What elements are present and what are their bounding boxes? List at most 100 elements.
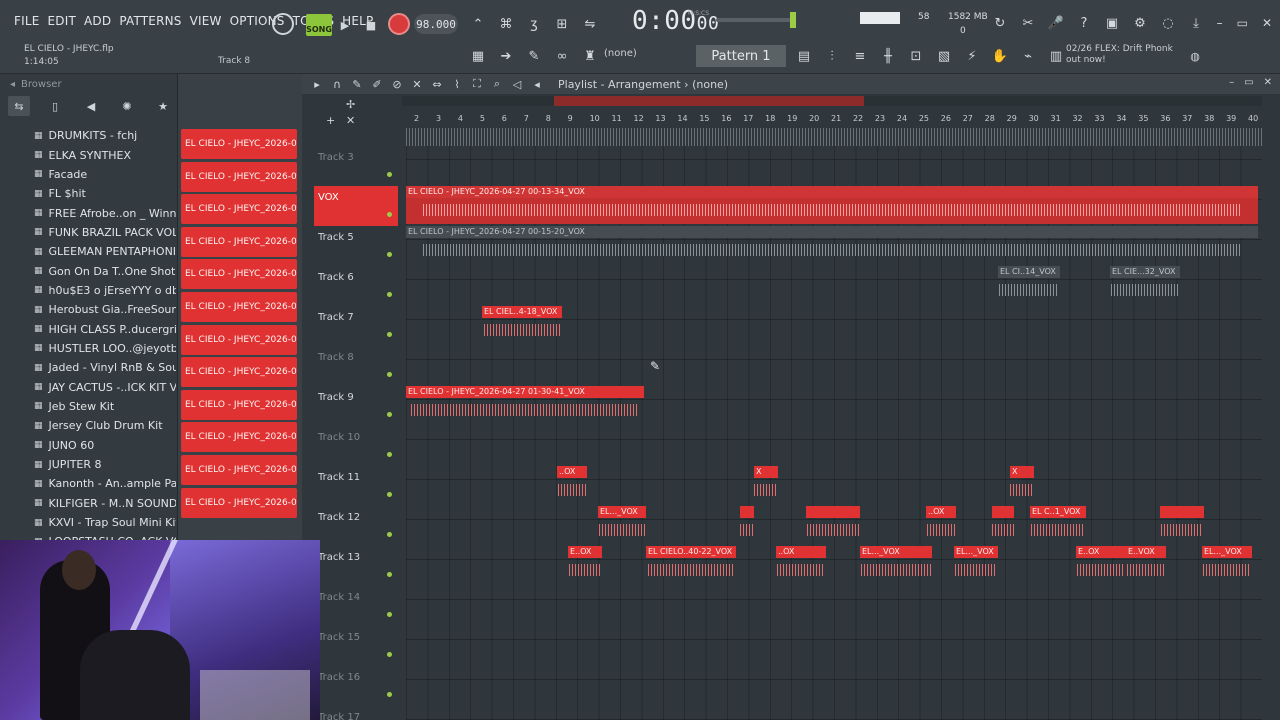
link-icon[interactable]: ∞: [552, 46, 572, 66]
track-header[interactable]: VOX: [314, 186, 398, 226]
pattern-selector[interactable]: Pattern 1: [696, 45, 786, 67]
clip-track13-h[interactable]: EL..._VOX: [1202, 546, 1252, 584]
clip-track12-e[interactable]: [992, 506, 1014, 544]
track-header[interactable]: Track 14: [314, 586, 398, 626]
clip-track12-d[interactable]: ..OX: [926, 506, 956, 544]
globe-icon[interactable]: ◍: [1184, 45, 1206, 67]
clip-track11-b[interactable]: X: [754, 466, 778, 504]
track-header[interactable]: Track 12: [314, 506, 398, 546]
clip-track13-g[interactable]: E..VOX: [1126, 546, 1166, 584]
playback-tool-icon[interactable]: ◁: [510, 78, 524, 91]
mixer-icon[interactable]: ≡: [850, 46, 870, 66]
track-header[interactable]: Track 6: [314, 266, 398, 306]
playlist-close-icon[interactable]: ✕: [1264, 77, 1272, 88]
song-mode-button[interactable]: SONG: [306, 14, 332, 36]
channel-button[interactable]: EL CIELO - JHEYC_2026-0: [181, 454, 297, 485]
browser-item[interactable]: ▦ Gon On Da T..One Shot Kit: [0, 261, 176, 280]
master-volume-handle[interactable]: [790, 12, 796, 28]
add-track-icon[interactable]: +: [326, 114, 335, 127]
clip-track13-e[interactable]: EL..._VOX: [954, 546, 998, 584]
browser-star-icon[interactable]: ★: [152, 96, 174, 116]
browser-item[interactable]: ▦ Jersey Club Drum Kit: [0, 416, 176, 435]
channel-button[interactable]: EL CIELO - JHEYC_2026-0: [181, 129, 297, 159]
mute-tool-icon[interactable]: ✕: [410, 78, 424, 91]
tools-icon[interactable]: ✂: [1018, 13, 1038, 33]
channel-button[interactable]: EL CIELO - JHEYC_2026-0: [181, 226, 297, 257]
clip-track11-c[interactable]: X: [1010, 466, 1034, 504]
master-volume-slider[interactable]: [716, 18, 796, 22]
channel-button[interactable]: EL CIELO - JHEYC_2026-0: [181, 161, 297, 192]
browser-item[interactable]: ▦ Kanonth - An..ample Pack!!: [0, 474, 176, 493]
channel-rack-icon[interactable]: ⫶: [822, 46, 842, 66]
track-header[interactable]: Track 11: [314, 466, 398, 506]
step-edit-icon[interactable]: ⊞: [552, 14, 572, 34]
cart-icon[interactable]: ▥: [1046, 46, 1066, 66]
menu-edit[interactable]: EDIT: [48, 14, 77, 28]
playlist-minimize-icon[interactable]: –: [1229, 77, 1234, 88]
browser-item[interactable]: ▦ DRUMKITS - fchj: [0, 126, 176, 145]
clip-track13-c[interactable]: ..OX: [776, 546, 826, 584]
track-enable-led[interactable]: [387, 252, 392, 257]
track-enable-led[interactable]: [387, 172, 392, 177]
browser-item[interactable]: ▦ h0u$E3 o jErseYYY o db: [0, 281, 176, 300]
browser-item[interactable]: ▦ JUNO 60: [0, 436, 176, 455]
track-header[interactable]: Track 17: [314, 706, 398, 720]
menu-view[interactable]: VIEW: [190, 14, 222, 28]
clip-track13-f[interactable]: E..OX: [1076, 546, 1126, 584]
track-enable-led[interactable]: [387, 652, 392, 657]
microphone-icon[interactable]: 🎤: [1046, 13, 1066, 33]
channel-button[interactable]: EL CIELO - JHEYC_2026-0: [181, 194, 297, 225]
close-icon[interactable]: ✕: [1262, 16, 1272, 30]
track-enable-led[interactable]: [387, 212, 392, 217]
track-enable-led[interactable]: [387, 572, 392, 577]
track-header[interactable]: Track 8: [314, 346, 398, 386]
clip-track12-g[interactable]: [1160, 506, 1204, 544]
playlist-icon[interactable]: ▤: [794, 46, 814, 66]
browser-item[interactable]: ▦ Jeb Stew Kit: [0, 397, 176, 416]
browser-item[interactable]: ▦ GLEEMAN PENTAPHONIC: [0, 242, 176, 261]
zoom-tool-icon[interactable]: ⌕: [490, 77, 504, 91]
slip-tool-icon[interactable]: ⇔: [430, 78, 444, 91]
loop-record-icon[interactable]: ⇋: [580, 14, 600, 34]
track-enable-led[interactable]: [387, 372, 392, 377]
track-enable-led[interactable]: [387, 332, 392, 337]
browser-item[interactable]: ▦ Facade: [0, 165, 176, 184]
pattern-song-toggle-icon[interactable]: [272, 13, 294, 35]
track-enable-led[interactable]: [387, 292, 392, 297]
browser-item[interactable]: ▦ FL $hit: [0, 184, 176, 203]
pencil-icon[interactable]: ✎: [524, 46, 544, 66]
clip-track12-b[interactable]: [740, 506, 754, 544]
browser-item[interactable]: ▦ HUSTLER LOO..@jeyotb808: [0, 339, 176, 358]
stop-button[interactable]: ■: [360, 14, 382, 36]
track-enable-led[interactable]: [387, 452, 392, 457]
slice-tool-icon[interactable]: ⌇: [450, 78, 464, 91]
clip-track13-a[interactable]: E..OX: [568, 546, 602, 584]
piano-icon[interactable]: ▦: [468, 46, 488, 66]
channel-button[interactable]: EL CIELO - JHEYC_2026-0: [181, 389, 297, 420]
delete-tool-icon[interactable]: ⊘: [390, 78, 404, 91]
browser-icon[interactable]: ▧: [934, 46, 954, 66]
browser-all-icon[interactable]: ⇆: [8, 96, 30, 116]
stamp-icon[interactable]: ♜: [580, 46, 600, 66]
track-tool-icon[interactable]: ✢: [346, 98, 355, 111]
clip-track12-c[interactable]: [806, 506, 860, 544]
clip-track9[interactable]: EL CIELO - JHEYC_2026-04-27 01-30-41_VOX: [406, 386, 644, 424]
browser-speaker-icon[interactable]: ◀: [80, 96, 102, 116]
back-icon[interactable]: ◂: [10, 79, 15, 90]
minimize-icon[interactable]: –: [1217, 16, 1223, 30]
clip-track5[interactable]: EL CIELO - JHEYC_2026-04-27 00-15-20_VOX: [406, 226, 1258, 264]
channel-button[interactable]: EL CIELO - JHEYC_2026-0: [181, 291, 297, 322]
wait-input-icon[interactable]: ⌘: [496, 14, 516, 34]
clip-track6-a[interactable]: EL CI..14_VOX: [998, 266, 1060, 304]
remove-track-icon[interactable]: ✕: [346, 114, 355, 127]
timeline-ruler[interactable]: 2 3 4 5 6 7 8 9 10 11 12 13 14 15 16 17 18 19 20 21 22 23 24 25…: [406, 114, 1262, 128]
arrangement-arrow-icon[interactable]: ◂: [530, 78, 544, 91]
clip-track12-f[interactable]: EL C..1_VOX: [1030, 506, 1086, 544]
browser-item[interactable]: ▦ Jaded - Vinyl RnB & Soul: [0, 358, 176, 377]
touch-keyboard-icon[interactable]: ✋: [990, 46, 1010, 66]
plugin-picker-icon[interactable]: ⚡: [962, 46, 982, 66]
overview-selection[interactable]: [554, 96, 864, 106]
track-enable-led[interactable]: [387, 532, 392, 537]
track-header[interactable]: Track 15: [314, 626, 398, 666]
browser-item[interactable]: ▦ KILFIGER - M..N SOUND KIT: [0, 494, 176, 513]
